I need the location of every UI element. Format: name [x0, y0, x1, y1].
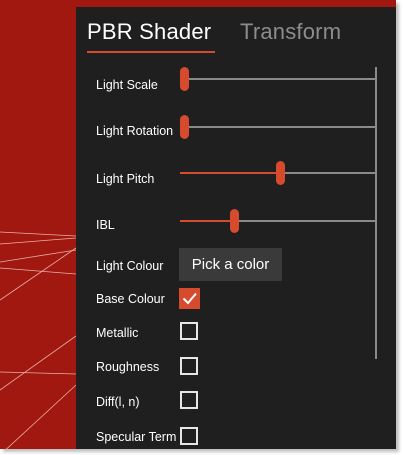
tab-pbr-shader[interactable]: PBR Shader — [87, 19, 211, 45]
active-tab-indicator — [87, 51, 215, 53]
light-pitch-slider[interactable] — [180, 161, 376, 185]
grid-lines — [0, 231, 76, 449]
metallic-label: Metallic — [96, 326, 139, 340]
pick-color-button[interactable]: Pick a color — [179, 248, 282, 281]
slider-thumb[interactable] — [276, 161, 285, 185]
slider-fill — [180, 220, 234, 222]
roughness-checkbox[interactable] — [180, 357, 198, 375]
light-pitch-label: Light Pitch — [96, 172, 155, 186]
slider-thumb[interactable] — [229, 209, 239, 233]
slider-thumb[interactable] — [180, 115, 189, 139]
specular-term-label: Specular Term — [96, 430, 177, 444]
base-colour-label: Base Colour — [96, 292, 165, 306]
app-window: PBR Shader Transform Light Scale Light R… — [0, 0, 396, 449]
light-scale-label: Light Scale — [96, 78, 158, 92]
slider-track — [180, 126, 376, 128]
tab-transform[interactable]: Transform — [240, 19, 341, 45]
settings-panel: PBR Shader Transform Light Scale Light R… — [76, 7, 396, 449]
slider-track — [180, 78, 376, 80]
ibl-slider[interactable] — [180, 209, 376, 233]
diff-ln-label: Diff(l, n) — [96, 395, 140, 409]
slider-fill — [180, 172, 280, 174]
light-scale-slider[interactable] — [180, 67, 376, 91]
light-colour-label: Light Colour — [96, 259, 164, 273]
specular-term-checkbox[interactable] — [180, 427, 198, 445]
metallic-checkbox[interactable] — [180, 322, 198, 340]
light-rotation-label: Light Rotation — [96, 124, 174, 138]
roughness-label: Roughness — [96, 360, 160, 374]
base-colour-checkbox[interactable] — [179, 288, 200, 309]
checkmark-icon — [182, 292, 197, 305]
diff-ln-checkbox[interactable] — [180, 391, 198, 409]
slider-thumb[interactable] — [180, 67, 189, 91]
render-viewport[interactable] — [0, 0, 76, 449]
ibl-label: IBL — [96, 218, 115, 232]
light-rotation-slider[interactable] — [180, 115, 376, 139]
